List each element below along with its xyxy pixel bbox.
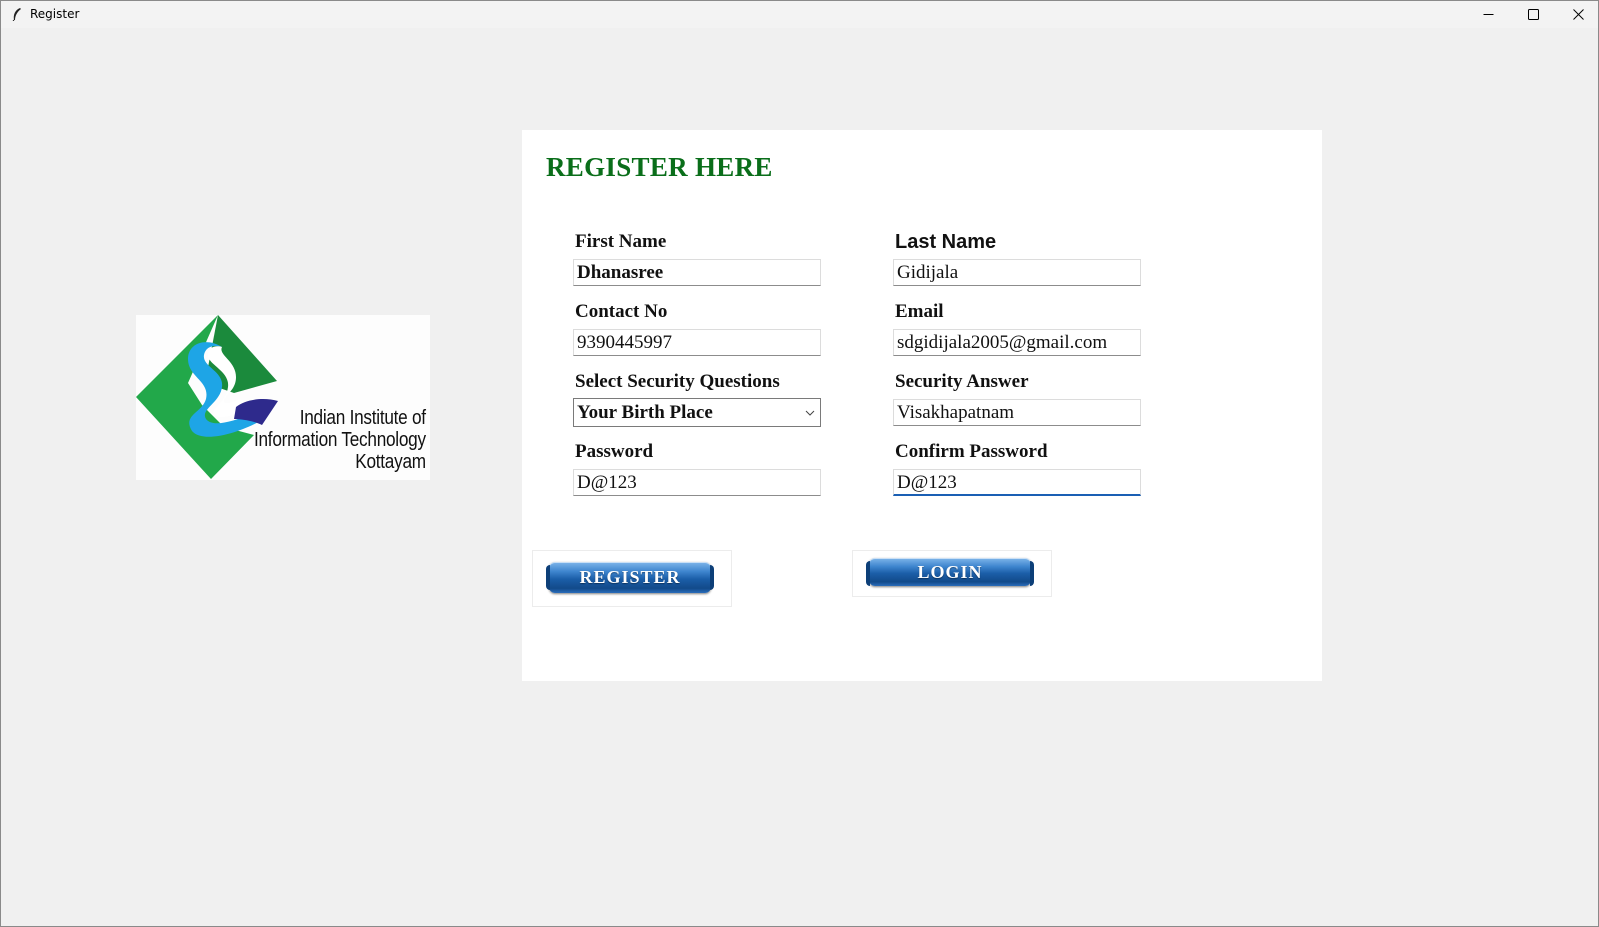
security-question-select[interactable]: Your Birth Place [573,398,821,427]
close-icon [1573,9,1584,20]
page-title: REGISTER HERE [546,152,773,182]
security-question-value: Your Birth Place [577,402,713,423]
register-button[interactable]: REGISTER [546,562,714,593]
title-bar: Register [1,1,1598,28]
register-button-frame: REGISTER [532,550,732,607]
logo-line-1: Indian Institute of [299,407,426,429]
minimize-icon [1483,14,1494,15]
feather-icon [12,8,21,21]
security-question-label: Select Security Questions [575,371,780,392]
last-name-field[interactable]: Gidijala [893,259,1141,286]
security-answer-field[interactable]: Visakhapatnam [893,399,1141,426]
logo-line-3: Kottayam [355,451,426,473]
last-name-label: Last Name [895,231,997,253]
login-button-frame: LOGIN [852,550,1052,597]
confirm-password-label: Confirm Password [895,441,1048,462]
email-field[interactable]: sdgidijala2005@gmail.com [893,329,1141,356]
register-window: Register Indian Institute of Information… [0,0,1599,927]
security-answer-label: Security Answer [895,371,1029,392]
first-name-field[interactable]: Dhanasree [573,259,821,286]
password-field[interactable]: D@123 [573,469,821,496]
register-panel: REGISTER HERE First Name Last Name Dhana… [522,130,1322,681]
minimize-button[interactable] [1466,1,1511,28]
window-title: Register [30,7,80,21]
chevron-down-icon [805,410,815,416]
logo-text: Indian Institute of Information Technolo… [254,407,426,473]
close-button[interactable] [1556,1,1599,28]
password-label: Password [575,441,654,462]
contact-label: Contact No [575,301,668,322]
maximize-icon [1528,9,1539,20]
contact-field[interactable]: 9390445997 [573,329,821,356]
first-name-label: First Name [575,231,667,252]
email-label: Email [895,301,944,322]
maximize-button[interactable] [1511,1,1556,28]
login-button[interactable]: LOGIN [866,558,1034,586]
logo-line-2: Information Technology [254,429,426,451]
confirm-password-field[interactable]: D@123 [893,469,1141,496]
iiit-kottayam-logo: Indian Institute of Information Technolo… [136,315,430,480]
